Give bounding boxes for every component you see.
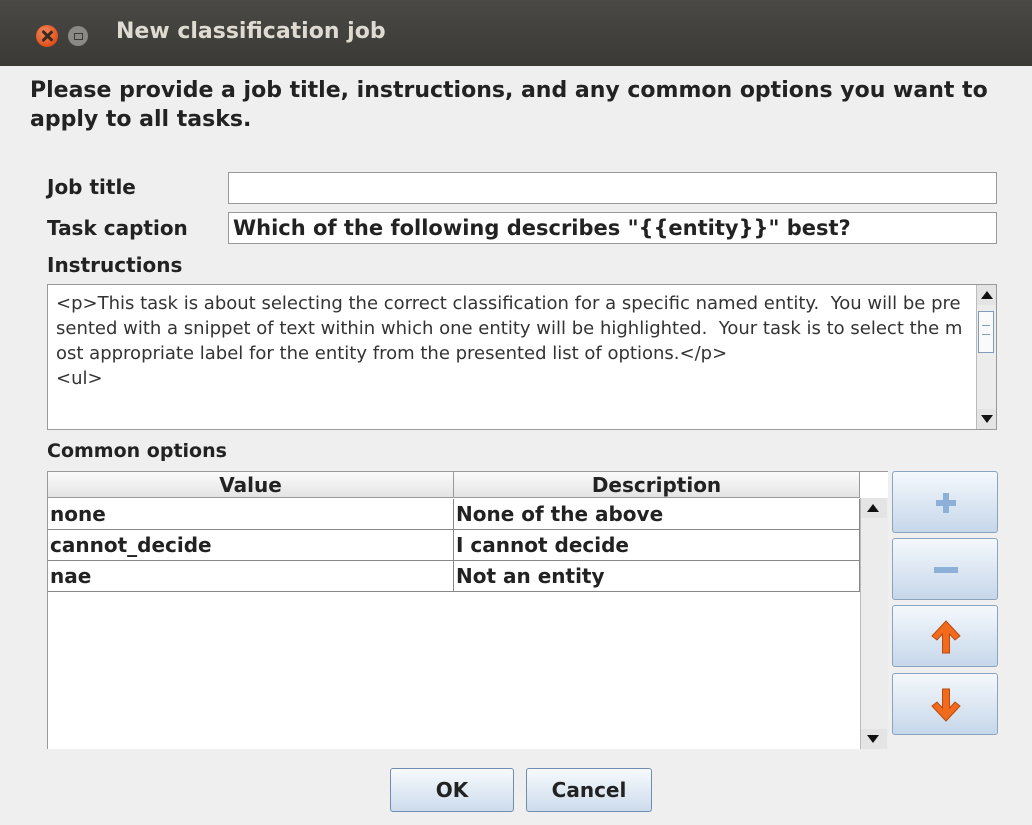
cell-description[interactable]: I cannot decide bbox=[454, 530, 860, 560]
task-caption-input[interactable]: Which of the following describes "{{enti… bbox=[228, 212, 997, 244]
instructions-scrollbar[interactable] bbox=[976, 285, 996, 429]
table-row[interactable]: cannot_decide I cannot decide bbox=[48, 530, 860, 561]
arrow-down-icon bbox=[931, 688, 961, 722]
cancel-button[interactable]: Cancel bbox=[526, 768, 652, 812]
add-option-button[interactable] bbox=[892, 471, 998, 533]
scroll-down-icon[interactable] bbox=[977, 409, 996, 429]
table-header: Value Description bbox=[48, 472, 860, 498]
scroll-up-icon[interactable] bbox=[861, 498, 887, 518]
cell-value[interactable]: cannot_decide bbox=[48, 530, 454, 560]
table-scrollbar[interactable] bbox=[860, 498, 888, 749]
task-caption-label: Task caption bbox=[47, 216, 188, 240]
cell-description[interactable]: Not an entity bbox=[454, 561, 860, 591]
plus-icon bbox=[936, 493, 956, 513]
cell-value[interactable]: none bbox=[48, 499, 454, 529]
cell-description[interactable]: None of the above bbox=[454, 499, 860, 529]
close-icon[interactable] bbox=[36, 25, 58, 47]
common-options-label: Common options bbox=[47, 440, 227, 462]
scroll-down-icon[interactable] bbox=[861, 729, 887, 749]
move-down-button[interactable] bbox=[892, 673, 998, 735]
cell-value[interactable]: nae bbox=[48, 561, 454, 591]
instructions-text: <p>This task is about selecting the corr… bbox=[56, 293, 963, 389]
job-title-label: Job title bbox=[47, 175, 136, 199]
move-up-button[interactable] bbox=[892, 605, 998, 667]
job-title-input[interactable] bbox=[228, 172, 997, 204]
dialog-heading: Please provide a job title, instructions… bbox=[30, 78, 988, 132]
column-header-value[interactable]: Value bbox=[48, 472, 454, 497]
minimize-icon[interactable] bbox=[68, 26, 88, 46]
table-row[interactable]: nae Not an entity bbox=[48, 561, 860, 592]
scroll-thumb[interactable] bbox=[978, 311, 994, 353]
options-table: Value Description none None of the above… bbox=[47, 471, 888, 749]
ok-button[interactable]: OK bbox=[390, 768, 514, 812]
scroll-up-icon[interactable] bbox=[977, 285, 996, 305]
window-title: New classification job bbox=[116, 19, 386, 44]
arrow-up-icon bbox=[931, 620, 961, 654]
remove-option-button[interactable] bbox=[892, 538, 998, 600]
instructions-textarea[interactable]: <p>This task is about selecting the corr… bbox=[47, 284, 997, 430]
table-row[interactable]: none None of the above bbox=[48, 499, 860, 530]
title-bar: New classification job bbox=[0, 0, 1032, 66]
column-header-description[interactable]: Description bbox=[454, 472, 860, 497]
minus-icon bbox=[934, 567, 958, 573]
instructions-label: Instructions bbox=[47, 253, 183, 277]
task-caption-value: Which of the following describes "{{enti… bbox=[233, 216, 851, 240]
